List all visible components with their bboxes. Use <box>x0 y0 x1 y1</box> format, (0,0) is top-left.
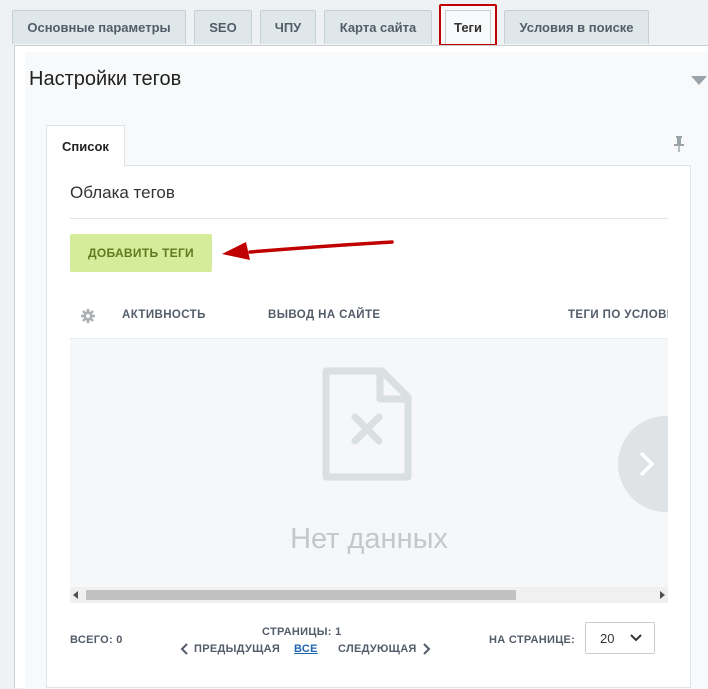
prev-page-label: ПРЕДЫДУЩАЯ <box>194 643 281 655</box>
per-page-value: 20 <box>600 631 615 646</box>
panel-body: Список Облака тегов ДОБАВИТЬ ТЕГИ АКТИВН… <box>25 104 708 689</box>
scroll-right-arrow-icon[interactable] <box>660 591 665 599</box>
column-activity[interactable]: АКТИВНОСТЬ <box>122 309 206 321</box>
horizontal-scrollbar[interactable] <box>70 587 668 603</box>
add-tags-button[interactable]: ДОБАВИТЬ ТЕГИ <box>70 234 212 272</box>
no-data-text: Нет данных <box>290 523 448 555</box>
next-page-label: СЛЕДУЮЩАЯ <box>338 643 417 655</box>
tags-settings-panel: Настройки тегов Список Облака тегов ДОБА… <box>14 45 708 689</box>
tab-bar: Основные параметры SEO ЧПУ Карта сайта Т… <box>0 0 708 46</box>
tab-sitemap[interactable]: Карта сайта <box>324 10 432 44</box>
tab-main-settings[interactable]: Основные параметры <box>12 10 186 44</box>
prev-page-link[interactable]: ПРЕДЫДУЩАЯ <box>180 643 280 655</box>
red-arrow-annotation <box>222 240 394 260</box>
scroll-left-arrow-icon[interactable] <box>73 591 78 599</box>
gear-icon[interactable] <box>81 309 95 323</box>
tag-clouds-card: Облака тегов ДОБАВИТЬ ТЕГИ АКТИВНОСТЬ ВЫ… <box>46 165 691 688</box>
scrollbar-thumb[interactable] <box>86 590 516 600</box>
per-page-select[interactable]: 20 <box>585 622 655 654</box>
tab-search-conditions[interactable]: Условия в поиске <box>504 10 649 44</box>
scroll-right-button[interactable] <box>618 416 668 512</box>
chevron-right-icon <box>422 643 431 655</box>
total-value: 0 <box>116 634 123 646</box>
pin-icon[interactable] <box>673 136 685 157</box>
card-separator <box>70 218 668 219</box>
tab-seo[interactable]: SEO <box>194 10 252 44</box>
grid-body-empty: Нет данных <box>70 339 668 587</box>
next-page-link[interactable]: СЛЕДУЮЩАЯ <box>338 643 431 655</box>
card-title: Облака тегов <box>70 183 175 202</box>
no-data-file-icon <box>322 367 412 481</box>
pages-label: СТРАНИЦЫ: <box>262 626 332 638</box>
pages-value: 1 <box>335 626 342 638</box>
panel-header[interactable]: Настройки тегов <box>25 52 708 105</box>
per-page-label: НА СТРАНИЦЕ: <box>489 634 576 646</box>
subtab-list[interactable]: Список <box>46 125 125 166</box>
chevron-down-icon <box>630 634 642 642</box>
all-pages-link[interactable]: ВСЕ <box>294 643 318 655</box>
grid-header: АКТИВНОСТЬ ВЫВОД НА САЙТЕ ТЕГИ ПО УСЛОВИ <box>70 296 668 339</box>
total-count: ВСЕГО: 0 <box>70 634 123 646</box>
tab-tags-label: Теги <box>445 10 491 44</box>
tab-tags[interactable]: Теги <box>439 4 497 46</box>
tab-chpu[interactable]: ЧПУ <box>260 10 316 44</box>
grid-footer: ВСЕГО: 0 СТРАНИЦЫ: 1 ПРЕДЫДУЩАЯ ВСЕ СЛЕД… <box>70 611 668 681</box>
chevron-right-icon <box>639 451 655 477</box>
column-site-output[interactable]: ВЫВОД НА САЙТЕ <box>268 309 380 321</box>
chevron-left-icon <box>180 643 188 655</box>
collapse-triangle-icon[interactable] <box>691 76 707 85</box>
pages-info: СТРАНИЦЫ: 1 <box>262 626 342 638</box>
panel-title: Настройки тегов <box>29 68 182 90</box>
total-label: ВСЕГО: <box>70 634 113 646</box>
column-tags-by-condition[interactable]: ТЕГИ ПО УСЛОВИ <box>568 309 668 321</box>
